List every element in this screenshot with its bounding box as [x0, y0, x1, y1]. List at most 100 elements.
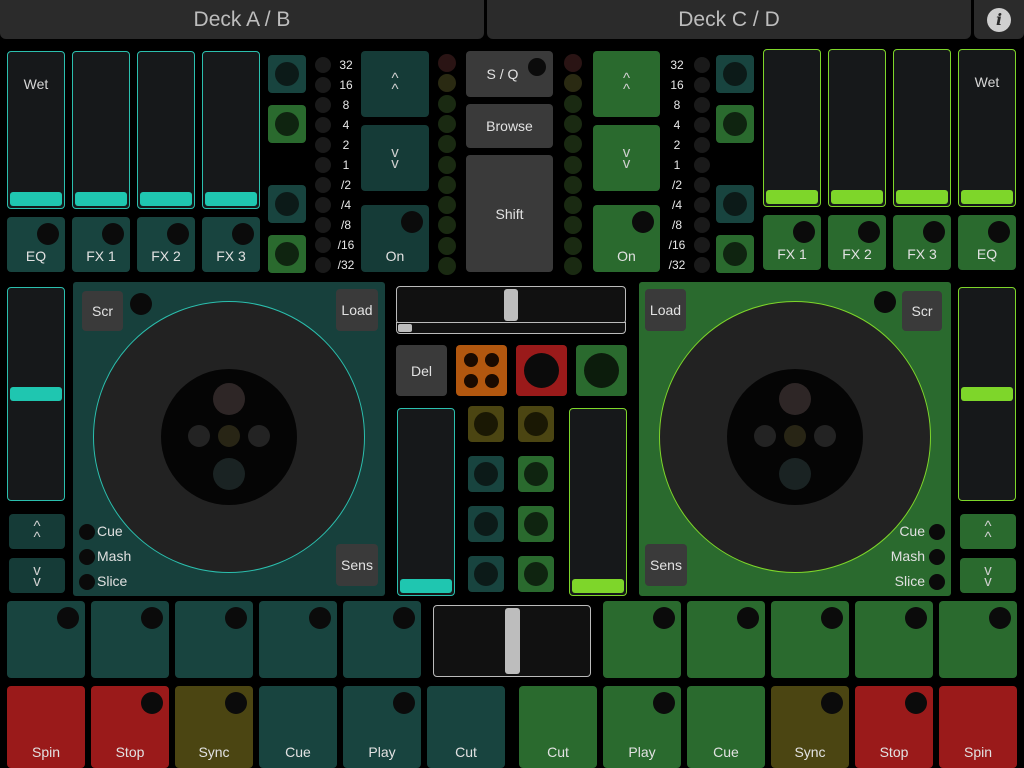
left-fx-fader-1[interactable]: [72, 51, 130, 209]
right-volume-fader[interactable]: [569, 408, 627, 596]
right-sens-button[interactable]: Sens: [645, 544, 687, 586]
beat-division-label[interactable]: 16: [663, 78, 691, 92]
beat-division-label[interactable]: 4: [332, 118, 360, 132]
left-fx-fader-wet[interactable]: Wet: [7, 51, 65, 209]
right-stop-button[interactable]: Stop: [855, 686, 933, 768]
beat-division-label[interactable]: 2: [663, 138, 691, 152]
beat-division-label[interactable]: 32: [332, 58, 360, 72]
fader-handle[interactable]: [572, 579, 624, 593]
center-small-slider[interactable]: [396, 322, 626, 334]
master-button[interactable]: [576, 345, 627, 396]
right-sync-button[interactable]: Sync: [771, 686, 849, 768]
left-load-button[interactable]: Load: [336, 289, 378, 331]
right-play-button[interactable]: Play: [603, 686, 681, 768]
center-grid-button[interactable]: [468, 456, 504, 492]
right-pitch-fader[interactable]: [958, 287, 1016, 501]
right-fx-fader-3[interactable]: [893, 49, 951, 207]
tab-deck-ab[interactable]: Deck A / B: [0, 0, 484, 39]
center-grid-button[interactable]: [518, 406, 554, 442]
left-hotcue-pad-4[interactable]: [259, 601, 337, 678]
right-loop-button-4[interactable]: [716, 235, 754, 273]
center-grid-button[interactable]: [468, 506, 504, 542]
right-spin-button[interactable]: Spin: [939, 686, 1017, 768]
right-hotcue-pad-2[interactable]: [687, 601, 765, 678]
beat-division-label[interactable]: 1: [332, 158, 360, 172]
left-sync-button[interactable]: Sync: [175, 686, 253, 768]
fader-handle[interactable]: [961, 190, 1013, 204]
left-jog-wheel[interactable]: [93, 301, 365, 573]
right-hotcue-pad-1[interactable]: [603, 601, 681, 678]
left-scr-button[interactable]: Scr: [82, 291, 123, 331]
right-scr-button[interactable]: Scr: [902, 291, 942, 331]
beat-division-label[interactable]: /8: [663, 218, 691, 232]
left-hotcue-pad-1[interactable]: [7, 601, 85, 678]
left-cut-button[interactable]: Cut: [427, 686, 505, 768]
beat-division-label[interactable]: /4: [332, 198, 360, 212]
right-loop-button-2[interactable]: [716, 105, 754, 143]
record-button[interactable]: [516, 345, 567, 396]
beat-division-label[interactable]: /32: [663, 258, 691, 272]
right-mode-slice[interactable]: Slice: [895, 573, 925, 589]
left-fx-fader-2[interactable]: [137, 51, 195, 209]
right-loop-button-1[interactable]: [716, 55, 754, 93]
right-mode-mash[interactable]: Mash: [891, 548, 925, 564]
crossfader-handle[interactable]: [505, 608, 520, 674]
beat-division-label[interactable]: 1: [663, 158, 691, 172]
right-on-button[interactable]: On: [593, 205, 660, 272]
left-mode-mash[interactable]: Mash: [97, 548, 131, 564]
browse-button[interactable]: Browse: [466, 104, 553, 148]
left-loop-button-2[interactable]: [268, 105, 306, 143]
left-loop-button-1[interactable]: [268, 55, 306, 93]
center-grid-button[interactable]: [518, 506, 554, 542]
left-on-button[interactable]: On: [361, 205, 429, 272]
right-cue-button[interactable]: Cue: [687, 686, 765, 768]
fader-handle[interactable]: [961, 387, 1013, 401]
left-mode-cue[interactable]: Cue: [97, 523, 123, 539]
beat-division-label[interactable]: /2: [663, 178, 691, 192]
beat-division-label[interactable]: /2: [332, 178, 360, 192]
right-eq-button[interactable]: EQ: [958, 215, 1016, 270]
left-pitch-up-button[interactable]: ^ ^: [9, 514, 65, 549]
left-volume-fader[interactable]: [397, 408, 455, 596]
right-hotcue-pad-5[interactable]: [939, 601, 1017, 678]
right-hotcue-pad-4[interactable]: [855, 601, 933, 678]
left-fx2-button[interactable]: FX 2: [137, 217, 195, 272]
center-grid-button[interactable]: [468, 406, 504, 442]
left-fx1-button[interactable]: FX 1: [72, 217, 130, 272]
left-stop-button[interactable]: Stop: [91, 686, 169, 768]
left-cue-button[interactable]: Cue: [259, 686, 337, 768]
right-loop-button-3[interactable]: [716, 185, 754, 223]
beat-division-label[interactable]: 32: [663, 58, 691, 72]
left-hotcue-pad-5[interactable]: [343, 601, 421, 678]
right-load-button[interactable]: Load: [645, 289, 686, 331]
sq-button[interactable]: S / Q: [466, 51, 553, 97]
beat-division-label[interactable]: 8: [332, 98, 360, 112]
right-pitch-down-button[interactable]: vv: [960, 558, 1016, 593]
fader-handle[interactable]: [205, 192, 257, 206]
center-grid-button[interactable]: [518, 456, 554, 492]
beat-division-label[interactable]: 8: [663, 98, 691, 112]
tab-deck-cd[interactable]: Deck C / D: [487, 0, 971, 39]
beat-division-label[interactable]: 16: [332, 78, 360, 92]
crossfader[interactable]: [433, 605, 591, 677]
left-play-button[interactable]: Play: [343, 686, 421, 768]
right-fx2-button[interactable]: FX 2: [828, 215, 886, 270]
del-button[interactable]: Del: [396, 345, 447, 396]
right-jog-wheel[interactable]: [659, 301, 931, 573]
left-pitch-down-button[interactable]: vv: [9, 558, 65, 593]
left-fx-fader-3[interactable]: [202, 51, 260, 209]
fader-handle[interactable]: [10, 192, 62, 206]
left-eq-button[interactable]: EQ: [7, 217, 65, 272]
right-cut-button[interactable]: Cut: [519, 686, 597, 768]
left-loop-button-3[interactable]: [268, 185, 306, 223]
right-pitch-up-button[interactable]: ^ ^: [960, 514, 1016, 549]
right-fx-fader-1[interactable]: [763, 49, 821, 207]
right-hotcue-pad-3[interactable]: [771, 601, 849, 678]
center-grid-button[interactable]: [468, 556, 504, 592]
fader-handle[interactable]: [766, 190, 818, 204]
fader-handle[interactable]: [896, 190, 948, 204]
beat-division-label[interactable]: /16: [663, 238, 691, 252]
fader-handle[interactable]: [831, 190, 883, 204]
fader-handle[interactable]: [10, 387, 62, 401]
left-mode-slice[interactable]: Slice: [97, 573, 127, 589]
